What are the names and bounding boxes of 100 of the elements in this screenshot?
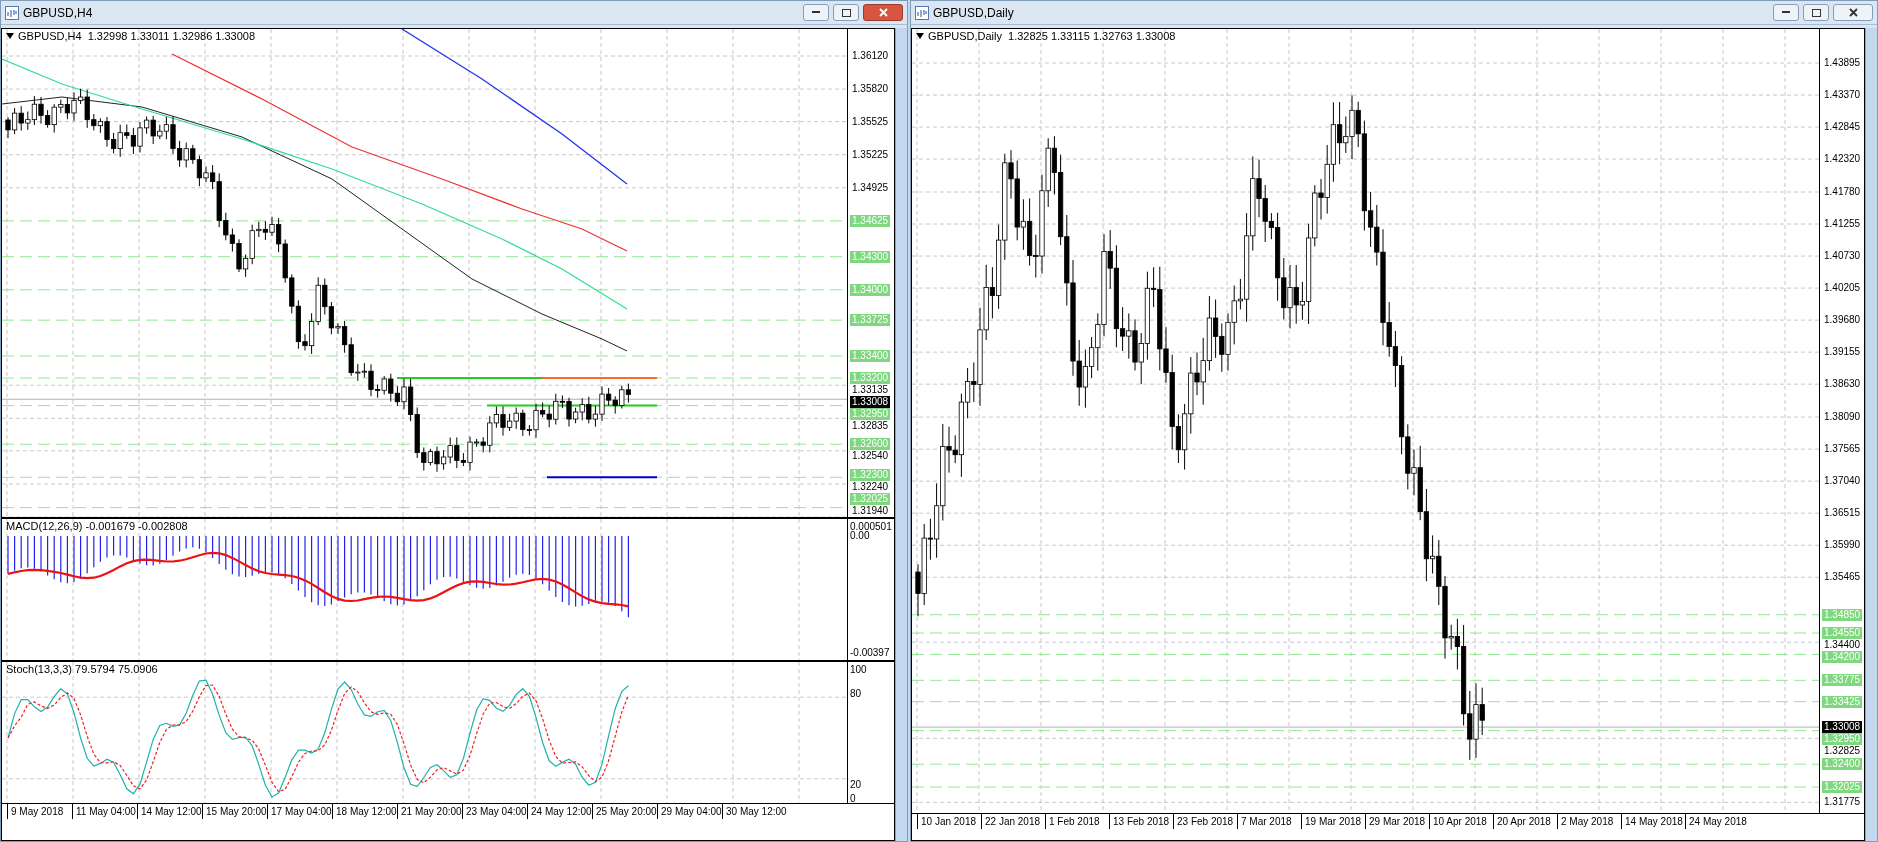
- price-axis-label: 1.32825: [1823, 745, 1862, 758]
- level-price-tag: 1.34625: [850, 214, 891, 227]
- time-axis-label: 30 May 12:00: [722, 804, 787, 819]
- indicator-axis-label: 20: [850, 779, 862, 791]
- price-axis-label: 1.37565: [1823, 443, 1862, 456]
- restore-button[interactable]: [1803, 4, 1829, 21]
- scrollbar[interactable]: [895, 28, 907, 841]
- level-price-tag: 1.33425: [1822, 695, 1863, 708]
- chart-header: GBPUSD,H4 1.32998 1.33011 1.32986 1.33008: [18, 29, 256, 43]
- time-axis-label: 9 May 2018: [7, 804, 72, 819]
- price-axis-label: 1.38090: [1823, 411, 1862, 424]
- time-axis-label: 20 Apr 2018: [1493, 814, 1557, 829]
- indicator-axis-label: 0: [850, 793, 856, 805]
- window-title: GBPUSD,H4: [23, 4, 94, 22]
- price-axis-label: 1.31775: [1823, 796, 1862, 809]
- indicator-axis-label: 100: [850, 664, 867, 676]
- level-price-tag: 1.34550: [1822, 627, 1863, 640]
- price-axis-label: 1.36120: [851, 50, 890, 62]
- price-axis-label: 1.43370: [1823, 89, 1862, 101]
- current-price-tag: 1.33008: [850, 396, 891, 409]
- price-axis-label: 1.41780: [1823, 186, 1862, 198]
- price-axis-label: 1.39680: [1823, 314, 1862, 327]
- time-axis-label: 10 Jan 2018: [917, 814, 981, 829]
- indicator-axis-label: -0.00397: [850, 647, 890, 659]
- minimize-icon: [812, 11, 820, 14]
- level-price-tag: 1.32025: [1822, 781, 1863, 794]
- price-axis-label: 1.32240: [851, 481, 890, 493]
- time-axis-label: 13 Feb 2018: [1109, 814, 1173, 829]
- level-price-tag: 1.33725: [850, 314, 891, 327]
- price-axis-label: 1.38630: [1823, 378, 1862, 391]
- price-axis-label: 1.40730: [1823, 250, 1862, 263]
- level-price-tag: 1.34850: [1822, 608, 1863, 621]
- price-axis-label: 1.39155: [1823, 346, 1862, 359]
- price-axis-label: 1.36515: [1823, 507, 1862, 520]
- minimize-button[interactable]: [1773, 4, 1799, 21]
- time-axis-label: 29 Mar 2018: [1365, 814, 1429, 829]
- time-axis-label: 23 Feb 2018: [1173, 814, 1237, 829]
- price-axis-label: 1.35990: [1823, 539, 1862, 552]
- time-axis-label: 17 May 04:00: [267, 804, 332, 819]
- chart-window-icon: [915, 5, 929, 20]
- indicator-label: MACD(12,26,9) -0.001679 -0.002808: [6, 519, 188, 533]
- time-axis-label: 24 May 2018: [1685, 814, 1749, 829]
- price-axis-label: 1.42845: [1823, 121, 1862, 134]
- time-axis-label: 2 May 2018: [1557, 814, 1621, 829]
- indicator-axis-label: 0.00: [850, 530, 870, 542]
- level-price-tag: 1.32300: [850, 469, 891, 481]
- time-axis-label: 1 Feb 2018: [1045, 814, 1109, 829]
- level-price-tag: 1.33200: [850, 372, 891, 385]
- price-axis-label: 1.32540: [851, 450, 890, 463]
- price-axis-label: 1.41255: [1823, 218, 1862, 231]
- price-axis-label: 1.34400: [1823, 639, 1862, 652]
- time-axis-label: 15 May 20:00: [202, 804, 267, 819]
- close-icon: [878, 8, 888, 17]
- level-price-tag: 1.32950: [850, 408, 891, 421]
- dropdown-triangle-icon[interactable]: [6, 33, 14, 39]
- level-price-tag: 1.32600: [850, 438, 891, 451]
- time-axis-label: 19 Mar 2018: [1301, 814, 1365, 829]
- level-price-tag: 1.32950: [1822, 733, 1863, 746]
- restore-icon: [841, 8, 851, 17]
- close-button[interactable]: [1833, 4, 1873, 21]
- restore-icon: [1811, 8, 1821, 17]
- indicator-axis-label: 0.000501: [850, 521, 892, 532]
- time-axis-label: 25 May 20:00: [592, 804, 657, 819]
- price-axis-label: 1.35465: [1823, 571, 1862, 584]
- chart-window-icon: [5, 5, 19, 20]
- price-axis-label: 1.37040: [1823, 475, 1862, 488]
- level-price-tag: 1.33400: [850, 350, 891, 362]
- price-axis-label: 1.43895: [1823, 57, 1862, 69]
- time-axis-label: 14 May 12:00: [137, 804, 202, 819]
- minimize-icon: [1782, 11, 1790, 14]
- close-button[interactable]: [863, 4, 903, 21]
- time-axis-label: 24 May 12:00: [527, 804, 592, 819]
- level-price-tag: 1.32400: [1822, 758, 1863, 771]
- scrollbar[interactable]: [1865, 28, 1877, 841]
- level-price-tag: 1.34300: [850, 250, 891, 263]
- price-axis-label: 1.42320: [1823, 153, 1862, 166]
- level-price-tag: 1.34200: [1822, 651, 1863, 664]
- window-title: GBPUSD,Daily: [933, 4, 1015, 22]
- time-axis-label: 7 Mar 2018: [1237, 814, 1301, 829]
- minimize-button[interactable]: [803, 4, 829, 21]
- time-axis-label: 23 May 04:00: [462, 804, 527, 819]
- price-axis-label: 1.35225: [851, 148, 890, 161]
- restore-button[interactable]: [833, 4, 859, 21]
- price-axis-label: 1.35820: [851, 83, 890, 96]
- level-price-tag: 1.34000: [850, 283, 891, 296]
- time-axis-label: 29 May 04:00: [657, 804, 722, 819]
- dropdown-triangle-icon[interactable]: [916, 33, 924, 39]
- time-axis-label: 21 May 20:00: [397, 804, 462, 819]
- price-axis-label: 1.34925: [851, 181, 890, 194]
- level-price-tag: 1.32025: [850, 493, 891, 505]
- close-icon: [1848, 8, 1858, 17]
- price-axis-label: 1.35525: [851, 115, 890, 128]
- price-axis-label: 1.33135: [851, 384, 890, 397]
- time-axis-label: 22 Jan 2018: [981, 814, 1045, 829]
- time-axis-label: 18 May 12:00: [332, 804, 397, 819]
- price-axis-label: 1.31940: [851, 505, 890, 517]
- current-price-tag: 1.33008: [1822, 721, 1863, 734]
- price-axis-label: 1.40205: [1823, 282, 1862, 295]
- indicator-label: Stoch(13,3,3) 79.5794 75.0906: [6, 662, 158, 676]
- price-axis-label: 1.32835: [851, 420, 890, 433]
